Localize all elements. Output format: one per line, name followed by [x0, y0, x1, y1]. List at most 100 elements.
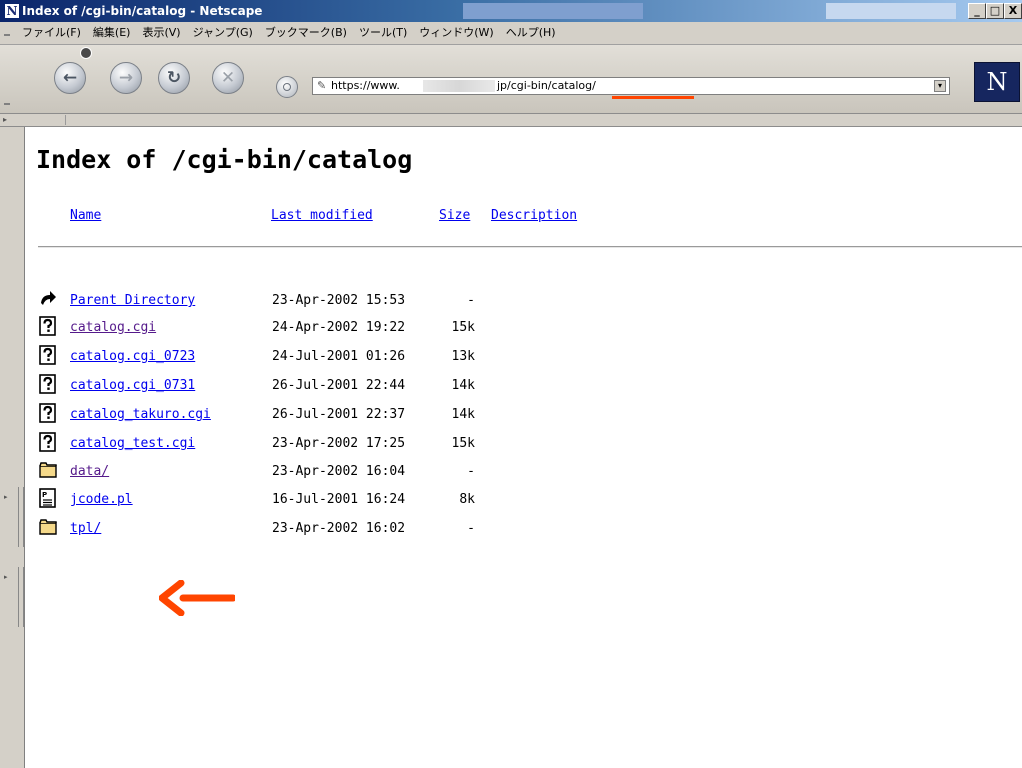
menu-help[interactable]: ヘルプ(H) [506, 25, 556, 41]
file-date: 26-Jul-2001 22:44 [272, 378, 406, 393]
file-link[interactable]: catalog.cgi_0723 [70, 349, 195, 365]
file-size: 15k [451, 320, 475, 335]
file-date: 23-Apr-2002 17:25 [272, 436, 406, 451]
page-content: Index of /cgi-bin/catalog Name Last modi… [25, 127, 1022, 768]
menu-file[interactable]: ファイル(F) [22, 25, 81, 41]
file-link[interactable]: Parent Directory [70, 293, 195, 309]
file-link[interactable]: catalog_test.cgi [70, 436, 195, 452]
unknown-file-icon [39, 345, 56, 365]
unknown-file-icon [39, 432, 56, 452]
toolbar-divider [65, 115, 66, 125]
horizontal-rule [38, 246, 1022, 248]
file-size: 15k [451, 436, 475, 451]
title-bar-highlight [463, 3, 643, 19]
netscape-logo[interactable]: N [974, 62, 1020, 102]
listing-row: catalog_test.cgi 23-Apr-2002 17:25 15k [39, 430, 639, 454]
listing-row: tpl/ 23-Apr-2002 16:02 - [39, 515, 639, 539]
listing-row: catalog.cgi_0731 26-Jul-2001 22:44 14k [39, 372, 639, 396]
unknown-file-icon [39, 374, 56, 394]
window-title: Index of /cgi-bin/catalog - Netscape [22, 4, 263, 18]
minimize-button[interactable]: _ [968, 3, 986, 19]
url-bookmark-icon: ✎ [317, 79, 327, 92]
file-date: 23-Apr-2002 16:02 [272, 521, 406, 536]
sidebar-handle[interactable] [18, 487, 24, 547]
netscape-app-icon[interactable]: N [4, 3, 20, 19]
file-date: 16-Jul-2001 16:24 [272, 492, 406, 507]
back-history-dropdown[interactable] [80, 47, 92, 59]
maximize-button[interactable]: □ [986, 3, 1004, 19]
close-button[interactable]: X [1004, 3, 1022, 19]
file-link[interactable]: jcode.pl [70, 492, 133, 508]
file-size: 13k [451, 349, 475, 364]
file-size: - [467, 521, 475, 536]
title-bar-highlight [826, 3, 956, 19]
sidebar-expand-icon[interactable]: ▸ [4, 493, 8, 501]
sidebar-expand-icon[interactable]: ▸ [4, 573, 8, 581]
file-size: 8k [459, 492, 475, 507]
svg-text:P: P [42, 491, 47, 499]
url-dropdown-button[interactable]: ▾ [934, 80, 946, 92]
menu-edit[interactable]: 編集(E) [93, 25, 131, 41]
sort-by-description-link[interactable]: Description [491, 208, 577, 224]
unknown-file-icon [39, 403, 56, 423]
file-date: 24-Jul-2001 01:26 [272, 349, 406, 364]
file-link[interactable]: data/ [70, 464, 109, 480]
text-file-icon: P [39, 488, 56, 508]
stop-icon: ✕ [220, 67, 236, 88]
listing-row: catalog_takuro.cgi 26-Jul-2001 22:37 14k [39, 401, 639, 425]
url-text-path: jp/cgi-bin/catalog/ [497, 79, 596, 92]
title-bar: N Index of /cgi-bin/catalog - Netscape _… [0, 0, 1022, 22]
menu-bookmarks[interactable]: ブックマーク(B) [265, 25, 347, 41]
file-size: 14k [451, 378, 475, 393]
listing-row: data/ 23-Apr-2002 16:04 - [39, 458, 639, 482]
forward-button[interactable]: → [110, 62, 142, 94]
personal-toolbar: ▸ [0, 114, 1022, 127]
sort-by-modified-link[interactable]: Last modified [271, 208, 373, 224]
back-button[interactable]: ← [54, 62, 86, 94]
listing-row: catalog.cgi_0723 24-Jul-2001 01:26 13k [39, 343, 639, 367]
file-date: 23-Apr-2002 15:53 [272, 293, 406, 308]
file-size: - [467, 464, 475, 479]
reload-icon: ↻ [166, 67, 182, 88]
file-date: 26-Jul-2001 22:37 [272, 407, 406, 422]
menu-window[interactable]: ウィンドウ(W) [419, 25, 493, 41]
listing-row: P jcode.pl 16-Jul-2001 16:24 8k [39, 486, 639, 510]
menu-tools[interactable]: ツール(T) [359, 25, 407, 41]
file-link[interactable]: catalog_takuro.cgi [70, 407, 211, 423]
listing-row: catalog.cgi 24-Apr-2002 19:22 15k [39, 314, 639, 338]
back-arrow-icon: ← [62, 67, 78, 88]
reload-button[interactable]: ↻ [158, 62, 190, 94]
menu-bar: ファイル(F) 編集(E) 表示(V) ジャンプ(G) ブックマーク(B) ツー… [0, 22, 1022, 45]
file-date: 24-Apr-2002 19:22 [272, 320, 406, 335]
file-size: - [467, 293, 475, 308]
folder-icon [39, 462, 57, 478]
expand-toolbar-icon[interactable]: ▸ [3, 115, 7, 125]
file-link[interactable]: catalog.cgi_0731 [70, 378, 195, 394]
sidebar-strip: ▸ ▸ [0, 127, 25, 768]
listing-row: Parent Directory 23-Apr-2002 15:53 - [39, 287, 639, 311]
stop-button[interactable]: ✕ [212, 62, 244, 94]
sort-by-size-link[interactable]: Size [439, 208, 470, 224]
sidebar-handle[interactable] [18, 567, 24, 627]
page-title: Index of /cgi-bin/catalog [36, 145, 413, 174]
toolbar-grip[interactable] [4, 34, 10, 36]
menu-items: ファイル(F) 編集(E) 表示(V) ジャンプ(G) ブックマーク(B) ツー… [22, 25, 556, 41]
unknown-file-icon [39, 316, 56, 336]
toolbar-grip[interactable] [4, 103, 10, 105]
folder-icon [39, 519, 57, 535]
url-field[interactable]: ✎ https://www. jp/cgi-bin/catalog/ ▾ [312, 77, 950, 95]
parent-directory-icon [41, 291, 56, 305]
url-text-prefix: https://www. [331, 79, 400, 92]
sort-by-name-link[interactable]: Name [70, 208, 101, 224]
file-link[interactable]: tpl/ [70, 521, 101, 537]
file-link[interactable]: catalog.cgi [70, 320, 156, 336]
annotation-arrow-icon [159, 580, 235, 616]
file-size: 14k [451, 407, 475, 422]
forward-arrow-icon: → [118, 67, 134, 88]
url-redacted-region [423, 80, 495, 92]
file-date: 23-Apr-2002 16:04 [272, 464, 406, 479]
menu-view[interactable]: 表示(V) [142, 25, 180, 41]
url-highlight-underline [612, 96, 694, 99]
page-proxy-icon[interactable] [276, 76, 298, 98]
menu-go[interactable]: ジャンプ(G) [193, 25, 253, 41]
